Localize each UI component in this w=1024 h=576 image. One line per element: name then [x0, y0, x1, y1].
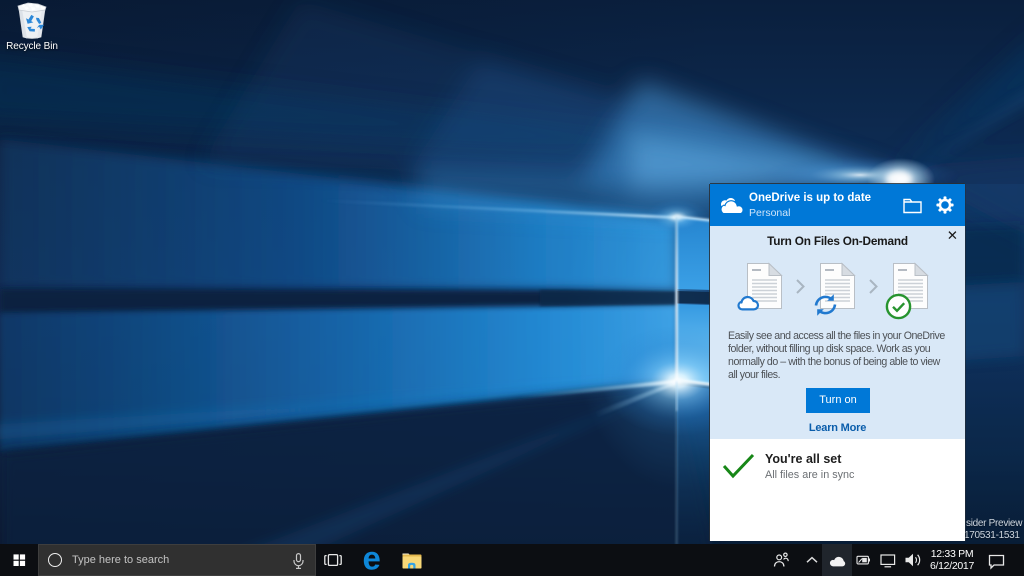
- svg-text:e: e: [363, 540, 381, 576]
